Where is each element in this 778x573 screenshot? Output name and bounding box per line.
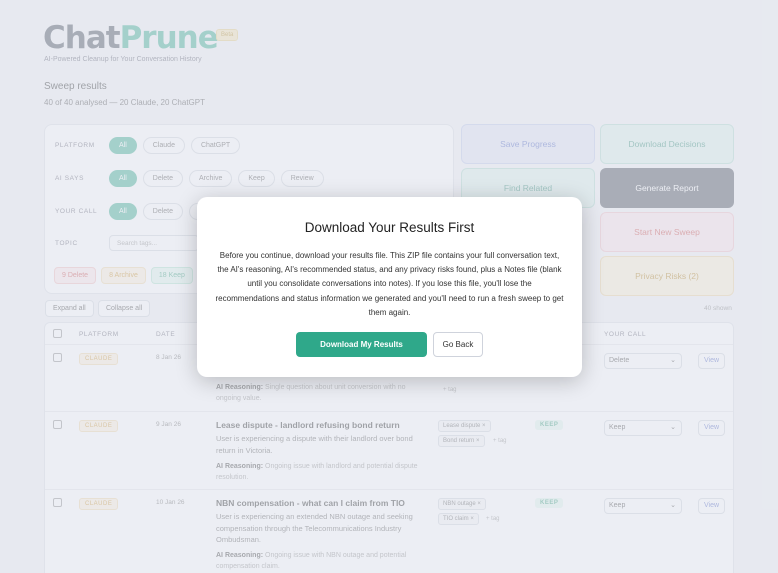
download-my-results-button[interactable]: Download My Results <box>296 332 427 357</box>
modal-body: Before you continue, download your resul… <box>215 251 564 317</box>
go-back-button[interactable]: Go Back <box>433 332 483 357</box>
download-results-modal: Download Your Results First Before you c… <box>197 197 582 377</box>
modal-title: Download Your Results First <box>304 220 475 235</box>
